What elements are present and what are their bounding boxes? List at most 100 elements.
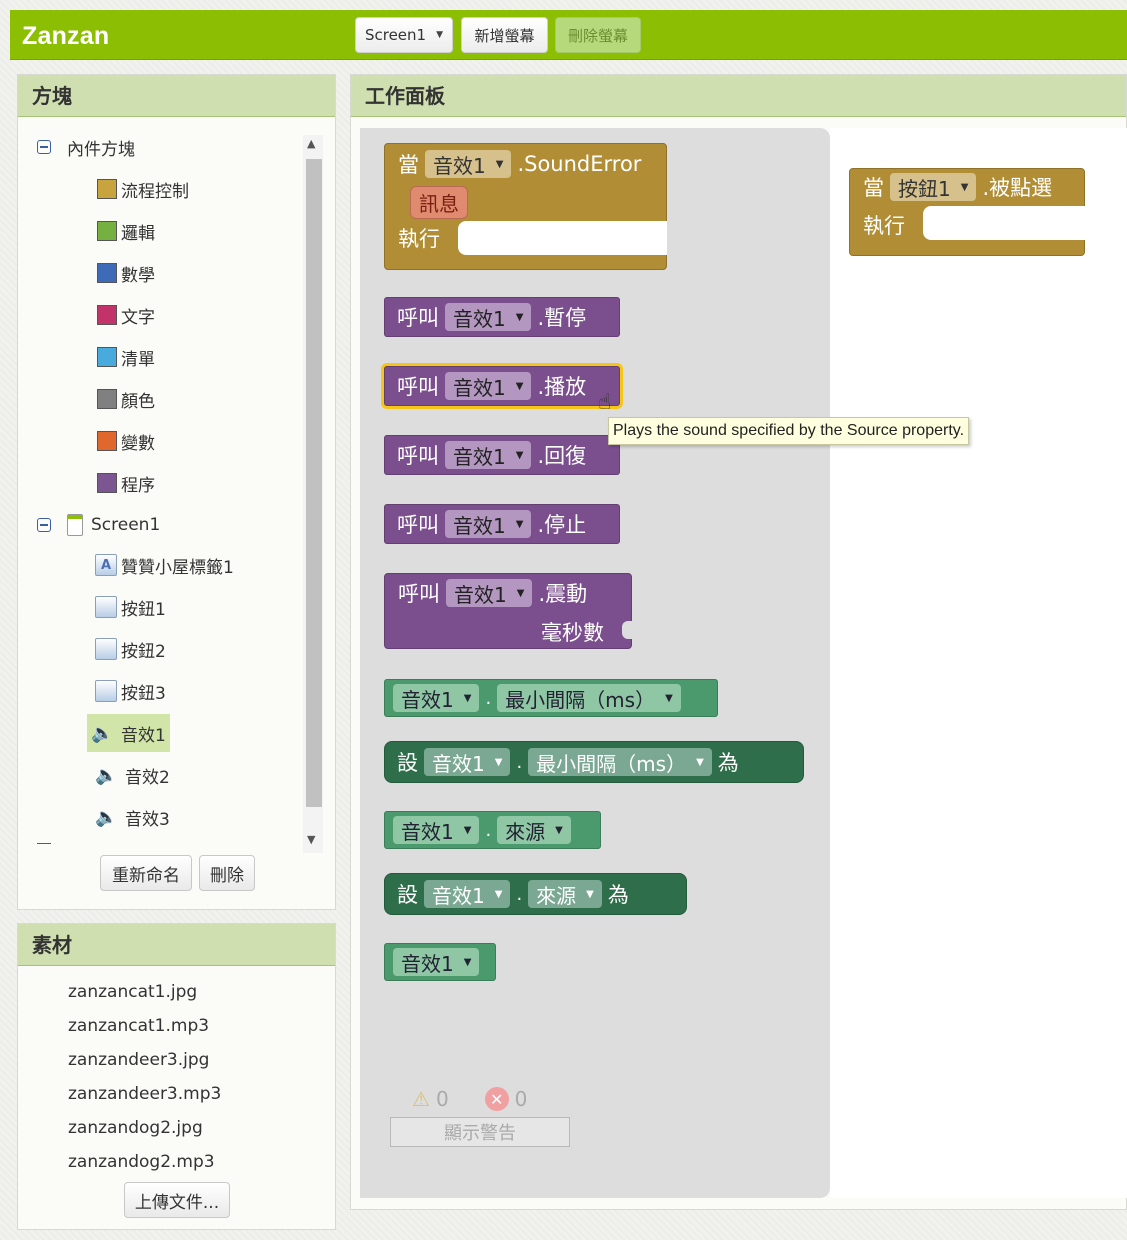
tree-scrollbar[interactable]: ▲ ▼ (303, 135, 323, 853)
block-get-source[interactable]: 音效1 ▼ . 來源 ▼ (384, 811, 601, 849)
component-name: 音效1 (453, 306, 506, 331)
component-dropdown[interactable]: 音效1 ▼ (424, 748, 511, 776)
input-socket (622, 621, 632, 639)
screen-label: Screen1 (91, 515, 161, 535)
block-get-min-interval[interactable]: 音效1 ▼ . 最小間隔（ms） ▼ (384, 679, 718, 717)
builtin-category-item[interactable]: 數學 (97, 259, 155, 287)
call-label: 呼叫 (397, 444, 439, 468)
chevron-down-icon: ▼ (515, 311, 524, 323)
hand-cursor-icon: ☝ (598, 390, 612, 415)
component-item[interactable]: 按鈕2 (95, 635, 166, 663)
collapse-icon[interactable] (37, 518, 51, 532)
warning-icon: ⚠ (412, 1087, 430, 1111)
chevron-down-icon: ▼ (516, 587, 525, 599)
property-dropdown[interactable]: 來源 ▼ (497, 816, 571, 844)
component-item[interactable]: A 贊贊小屋標籤1 (95, 551, 234, 579)
button-icon (95, 596, 117, 618)
component-item[interactable]: 🔈 音效1 (87, 714, 170, 752)
category-label: 文字 (121, 307, 155, 328)
asset-file-item[interactable]: zanzandeer3.mp3 (68, 1084, 221, 1104)
asset-file-item[interactable]: zanzandog2.jpg (68, 1118, 203, 1138)
remove-screen-button[interactable]: 刪除螢幕 (555, 17, 641, 53)
block-call-play[interactable]: 呼叫 音效1 ▼ .播放 (384, 366, 620, 406)
workspace-title: 工作面板 (351, 75, 1126, 117)
component-dropdown[interactable]: 音效1 ▼ (393, 816, 480, 844)
param-message[interactable]: 訊息 (410, 186, 468, 219)
builtin-category-item[interactable]: 清單 (97, 343, 155, 371)
chevron-down-icon: ▼ (515, 380, 524, 392)
component-label: 音效2 (125, 767, 170, 788)
component-item[interactable]: 按鈕1 (95, 593, 166, 621)
asset-file-item[interactable]: zanzancat1.mp3 (68, 1016, 209, 1036)
component-dropdown[interactable]: 音效1 ▼ (425, 150, 512, 178)
asset-file-item[interactable]: zanzandog2.mp3 (68, 1152, 215, 1172)
method-name: .震動 (538, 582, 588, 606)
builtin-category-item[interactable]: 變數 (97, 427, 155, 455)
component-dropdown[interactable]: 音效1 ▼ (445, 441, 532, 469)
property-name: 最小間隔（ms） (536, 751, 687, 776)
block-button-click-event[interactable]: 當 按鈕1 ▼ .被點選 執行 (849, 168, 1085, 256)
block-set-min-interval[interactable]: 設 音效1 ▼ . 最小間隔（ms） ▼ 為 (384, 741, 804, 783)
block-call-stop[interactable]: 呼叫 音效1 ▼ .停止 (384, 504, 620, 544)
sound-icon: 🔈 (91, 722, 114, 744)
property-name: 來源 (536, 883, 577, 908)
component-item[interactable]: 🔈 音效2 (95, 761, 170, 789)
component-dropdown[interactable]: 音效1 ▼ (446, 579, 533, 607)
show-warnings-button[interactable]: 顯示警告 (390, 1117, 570, 1147)
block-set-source[interactable]: 設 音效1 ▼ . 來源 ▼ 為 (384, 873, 687, 915)
component-dropdown[interactable]: 音效1 ▼ (445, 372, 532, 400)
block-sound-error-event[interactable]: 當 音效1 ▼ .SoundError 訊息 執行 (384, 143, 667, 270)
chevron-down-icon: ▼ (665, 692, 673, 704)
property-dropdown[interactable]: 最小間隔（ms） ▼ (497, 684, 681, 712)
builtin-category-item[interactable]: 程序 (97, 469, 155, 497)
block-component-ref[interactable]: 音效1 ▼ (384, 943, 496, 981)
screen-select-dropdown[interactable]: Screen1 ▼ (355, 17, 453, 53)
component-name: 音效1 (432, 883, 485, 908)
property-dropdown[interactable]: 最小間隔（ms） ▼ (528, 748, 712, 776)
builtin-category-item[interactable]: 邏輯 (97, 217, 155, 245)
component-dropdown[interactable]: 按鈕1 ▼ (890, 173, 977, 201)
property-dropdown[interactable]: 來源 ▼ (528, 880, 602, 908)
scroll-down-icon[interactable]: ▼ (307, 833, 315, 846)
asset-file-item[interactable]: zanzandeer3.jpg (68, 1050, 209, 1070)
collapse-icon[interactable] (37, 140, 51, 154)
chevron-down-icon: ▼ (463, 824, 472, 836)
workspace-canvas[interactable] (830, 128, 1127, 1198)
blocks-panel-title: 方塊 (18, 75, 335, 117)
statement-slot (923, 206, 1085, 240)
component-dropdown[interactable]: 音效1 ▼ (445, 303, 532, 331)
component-item[interactable]: 按鈕3 (95, 677, 166, 705)
add-screen-button[interactable]: 新增螢幕 (461, 17, 548, 53)
category-swatch-icon (97, 347, 117, 367)
component-dropdown[interactable]: 音效1 ▼ (393, 948, 480, 976)
category-swatch-icon (97, 473, 117, 493)
set-label: 設 (397, 751, 418, 775)
tree-node-screen1[interactable]: Screen1 (37, 511, 160, 539)
category-label: 邏輯 (121, 223, 155, 244)
chevron-down-icon: ▼ (960, 181, 969, 193)
component-dropdown[interactable]: 音效1 ▼ (445, 510, 532, 538)
component-name: 音效1 (453, 375, 506, 400)
upload-file-button[interactable]: 上傳文件... (124, 1182, 230, 1218)
asset-file-item[interactable]: zanzancat1.jpg (68, 982, 197, 1002)
builtin-category-item[interactable]: 文字 (97, 301, 155, 329)
delete-button[interactable]: 刪除 (199, 855, 255, 891)
component-dropdown[interactable]: 音效1 ▼ (393, 684, 480, 712)
call-label: 呼叫 (397, 513, 439, 537)
scroll-up-icon[interactable]: ▲ (307, 137, 315, 150)
scroll-thumb[interactable] (306, 159, 322, 807)
component-item[interactable]: 🔈 音效3 (95, 803, 170, 831)
component-name: 音效1 (401, 819, 454, 844)
block-call-resume[interactable]: 呼叫 音效1 ▼ .回復 (384, 435, 620, 475)
block-call-pause[interactable]: 呼叫 音效1 ▼ .暫停 (384, 297, 620, 337)
builtin-category-item[interactable]: 流程控制 (97, 175, 189, 203)
collapse-icon (37, 843, 51, 849)
component-dropdown[interactable]: 音效1 ▼ (424, 880, 511, 908)
rename-button[interactable]: 重新命名 (100, 855, 192, 891)
arg-label: 毫秒數 (541, 621, 604, 645)
tree-node-builtin[interactable]: 內件方塊 (37, 133, 135, 161)
block-call-vibrate[interactable]: 呼叫 音效1 ▼ .震動 毫秒數 (384, 573, 632, 649)
screen-select-label: Screen1 (364, 26, 427, 44)
when-label: 當 (398, 153, 419, 177)
builtin-category-item[interactable]: 顏色 (97, 385, 155, 413)
